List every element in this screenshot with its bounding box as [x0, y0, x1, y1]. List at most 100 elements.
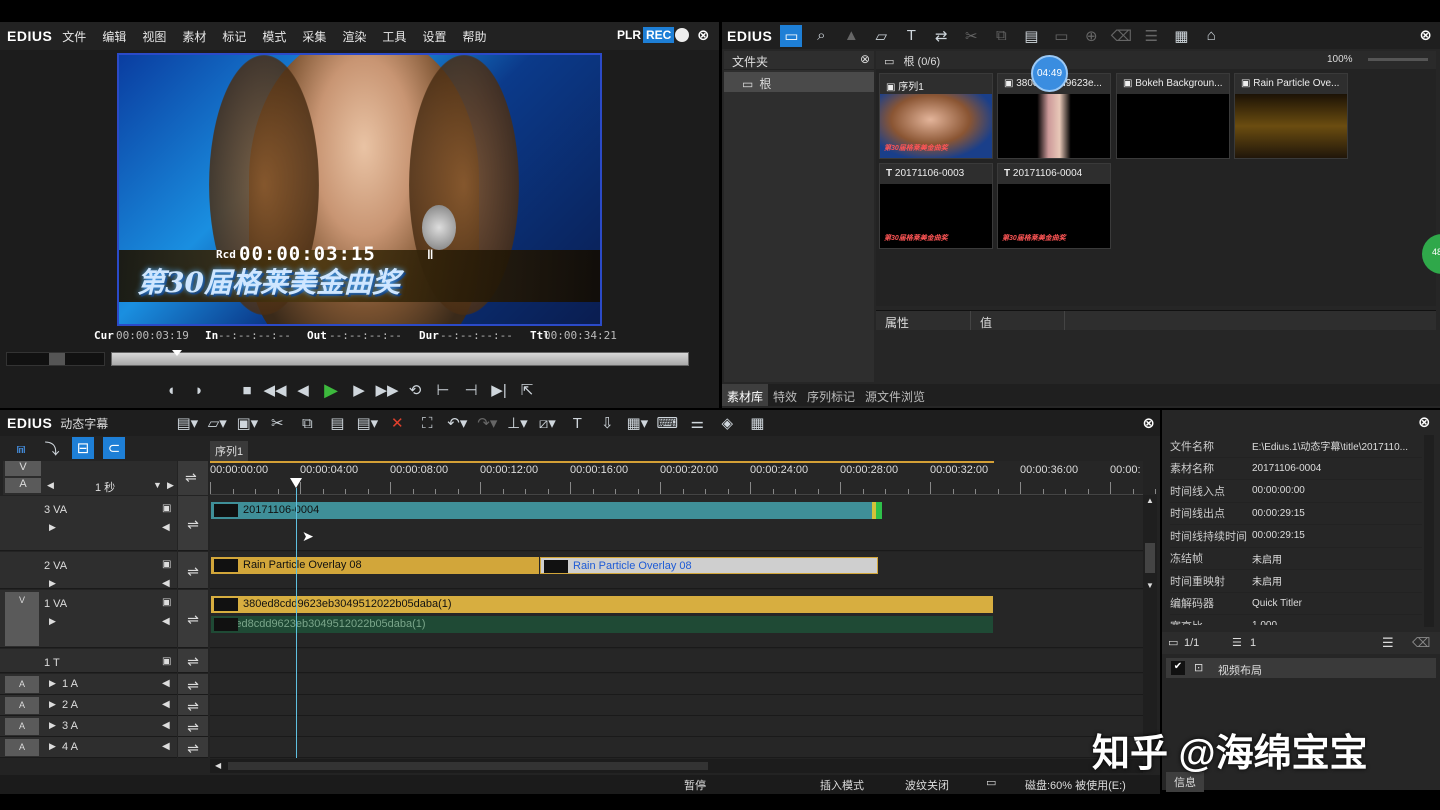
menu-item[interactable]: 帮助: [462, 28, 486, 45]
track-video-icon[interactable]: ▣: [162, 503, 171, 514]
insert-icon[interactable]: ⊢: [432, 379, 454, 401]
audio-clip[interactable]: 380ed8cdd9623eb3049512022b05daba(1): [211, 616, 993, 633]
bin-tab[interactable]: 源文件浏览: [860, 384, 930, 406]
scale-left-icon[interactable]: ◀: [47, 480, 54, 491]
paste-icon[interactable]: ▤: [1020, 25, 1042, 47]
patch-button[interactable]: A: [5, 739, 39, 756]
menu-item[interactable]: 模式: [262, 28, 286, 45]
expand-icon[interactable]: ▶: [49, 699, 56, 710]
list-icon[interactable]: ☰: [1382, 635, 1394, 651]
track-sync-button[interactable]: ⇌: [178, 674, 208, 695]
track-header-a1[interactable]: A 1 A ▶ ◀: [0, 674, 177, 695]
rain-overlay-clip-1[interactable]: Rain Particle Overlay 08: [211, 557, 539, 574]
sequence-tab[interactable]: 序列1: [210, 441, 249, 461]
overwrite-icon[interactable]: ⊣: [460, 379, 482, 401]
expand-icon[interactable]: ▶: [49, 578, 56, 589]
vertical-scrollbar[interactable]: ▲ ▼: [1143, 495, 1157, 750]
scroll-down-icon[interactable]: ▼: [1146, 581, 1154, 590]
scroll-up-icon[interactable]: ▲: [1146, 496, 1154, 505]
menu-item[interactable]: 编辑: [102, 28, 126, 45]
replace-icon[interactable]: ⇄: [930, 25, 952, 47]
loop-icon[interactable]: ⟲: [404, 379, 426, 401]
list-view-icon[interactable]: ☰: [1140, 25, 1162, 47]
folder-view-icon[interactable]: ▭: [780, 24, 803, 47]
track-row-a3[interactable]: [210, 716, 1143, 737]
zoom-slider[interactable]: [1368, 58, 1428, 61]
track-row-a1[interactable]: [210, 674, 1143, 695]
scale-dropdown-icon[interactable]: ▼: [153, 480, 162, 490]
expand-icon[interactable]: ▶: [49, 522, 56, 533]
magnet-icon[interactable]: ⊂: [103, 437, 125, 459]
title-clip[interactable]: 20171106-0004: [211, 502, 874, 519]
set-in-icon[interactable]: ◖: [160, 379, 182, 401]
track-header-a2[interactable]: A 2 A ▶ ◀: [0, 695, 177, 716]
a-toggle[interactable]: A: [5, 478, 41, 493]
track-mute-icon[interactable]: ◀: [162, 720, 170, 731]
step-forward-icon[interactable]: ▶: [348, 379, 370, 401]
status-ripple[interactable]: 波纹关闭: [905, 777, 949, 793]
audio-icon[interactable]: ◀: [162, 616, 170, 627]
time-ruler[interactable]: 00:00:00:00 00:00:04:00 00:00:08:00 00:00:1…: [210, 461, 1179, 495]
save-icon[interactable]: ▣▾: [236, 412, 258, 434]
layout-icon[interactable]: ▦: [746, 412, 768, 434]
horizontal-scrollbar[interactable]: ◀: [210, 759, 1143, 773]
scrub-bar[interactable]: [111, 350, 689, 366]
expand-icon[interactable]: ▶: [49, 616, 56, 627]
track-sync-button[interactable]: ⇌: [178, 496, 208, 551]
layout-item[interactable]: ✔ ⊡ 视频布局: [1166, 658, 1436, 678]
minimize-icon[interactable]: [675, 28, 689, 42]
track-header-va2[interactable]: 2 VA ▣ ▶ ◀: [0, 552, 177, 589]
timescale-select[interactable]: 1 秒: [95, 479, 115, 495]
info-scrollbar[interactable]: [1424, 435, 1434, 627]
menu-item[interactable]: 渲染: [342, 28, 366, 45]
trim-icon[interactable]: ⧄▾: [536, 412, 558, 434]
mode-icon[interactable]: ⩎: [10, 437, 32, 459]
copy-icon[interactable]: ⧉: [990, 25, 1012, 47]
track-sync-button[interactable]: ⇌: [178, 737, 208, 758]
render-icon[interactable]: ▦▾: [626, 412, 648, 434]
clip-thumbnail[interactable]: ▣ Rain Particle Ove...: [1234, 73, 1348, 159]
bin-tab[interactable]: 素材库: [722, 384, 769, 406]
up-icon[interactable]: ▲: [840, 25, 862, 47]
track-sync-button[interactable]: ⇌: [178, 590, 208, 648]
menu-item[interactable]: 设置: [422, 28, 446, 45]
jog-slider[interactable]: [6, 352, 105, 366]
goto-end-icon[interactable]: ▶|: [488, 379, 510, 401]
stop-icon[interactable]: ■: [236, 379, 258, 401]
bin-close-icon[interactable]: ⊗: [1419, 26, 1432, 44]
track-header-va3[interactable]: 3 VA ▣ ▶ ◀: [0, 496, 177, 551]
menu-item[interactable]: 采集: [302, 28, 326, 45]
play-icon[interactable]: ▶: [320, 379, 342, 401]
track-mute-icon[interactable]: ◀: [162, 741, 170, 752]
video-preview[interactable]: Rcd 00:00:03:15 ǁ 第30届格莱美金曲奖: [117, 53, 602, 326]
close-icon[interactable]: ⊗: [697, 26, 710, 44]
track-video-icon[interactable]: ▣: [162, 559, 171, 570]
track-sync-button[interactable]: ⇌: [178, 649, 208, 673]
timeline-close-icon[interactable]: ⊗: [1142, 414, 1155, 432]
track-row-t1[interactable]: [210, 649, 1143, 673]
clip-thumbnail[interactable]: ▣ Bokeh Backgroun...: [1116, 73, 1230, 159]
add-cut-icon[interactable]: ⊥▾: [506, 412, 528, 434]
track-video-icon[interactable]: ▣: [162, 656, 171, 667]
toolbox-icon[interactable]: ⌂: [1200, 25, 1222, 47]
video-clip[interactable]: 380ed8cdd9623eb3049512022b05daba(1): [211, 596, 993, 613]
set-out-icon[interactable]: ◗: [188, 379, 210, 401]
effect-icon[interactable]: ◈: [716, 412, 738, 434]
track-sync-button[interactable]: ⇌: [178, 552, 208, 589]
open-folder-icon[interactable]: ▱: [870, 25, 892, 47]
playhead-marker[interactable]: [172, 350, 182, 356]
plr-label[interactable]: PLR: [617, 28, 641, 42]
track-row-a2[interactable]: [210, 695, 1143, 716]
paste-special-icon[interactable]: ▤▾: [356, 412, 378, 434]
keyboard-icon[interactable]: ⌨: [656, 412, 678, 434]
sync-lock-icon[interactable]: ⊟: [72, 437, 94, 459]
monitor-icon[interactable]: ▭: [986, 776, 996, 789]
mixer-icon[interactable]: ⚌: [686, 412, 708, 434]
patch-button[interactable]: V: [5, 592, 39, 646]
clip-thumbnail[interactable]: T 20171106-0004 第30届格莱美金曲奖: [997, 163, 1111, 249]
thumbnail-view-icon[interactable]: ▦: [1170, 25, 1192, 47]
track-mute-icon[interactable]: ◀: [162, 678, 170, 689]
rewind-icon[interactable]: ◀◀: [263, 379, 286, 401]
cut-icon[interactable]: ✂: [960, 25, 982, 47]
status-mode[interactable]: 插入模式: [820, 777, 864, 793]
